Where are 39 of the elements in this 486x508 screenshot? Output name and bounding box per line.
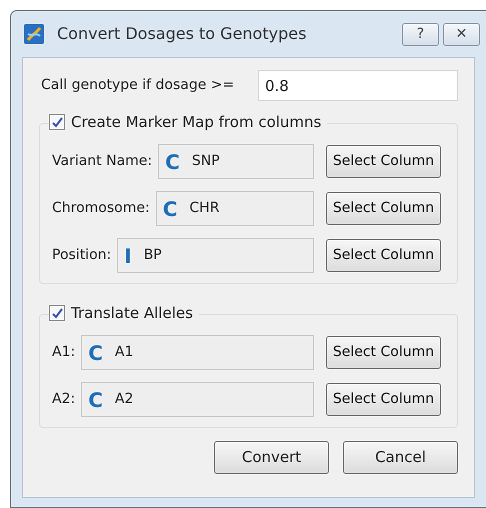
field-value: SNP: [192, 152, 220, 171]
close-button[interactable]: ✕: [443, 22, 480, 46]
type-icon: C: [162, 198, 178, 218]
select-column-button[interactable]: Select Column: [326, 145, 441, 178]
field-value: CHR: [189, 199, 220, 218]
dialog-button[interactable]: Cancel: [343, 441, 458, 474]
checkmark-icon: [52, 308, 62, 319]
checkbox[interactable]: [49, 114, 65, 130]
type-icon: C: [165, 152, 180, 172]
checkbox[interactable]: [49, 305, 65, 322]
type-icon: C: [88, 342, 103, 362]
field-label: Variant Name:: [52, 152, 152, 171]
checkmark-icon: [52, 116, 62, 128]
type-icon: I: [124, 246, 132, 266]
group-title: Translate Alleles: [71, 303, 193, 324]
field-label: Position:: [52, 246, 112, 265]
dialog-button[interactable]: Convert: [214, 441, 329, 474]
app-icon: [23, 23, 45, 45]
field-value: A1: [114, 343, 134, 362]
threshold-input[interactable]: 0.8: [258, 70, 458, 101]
select-column-button[interactable]: Select Column: [326, 336, 441, 369]
select-column-button[interactable]: Select Column: [326, 239, 441, 272]
column-field[interactable]: C A1: [81, 335, 314, 370]
window-title: Convert Dosages to Genotypes: [57, 23, 308, 45]
column-field[interactable]: C A2: [81, 382, 314, 417]
column-field[interactable]: C CHR: [156, 191, 314, 226]
field-label: A1:: [52, 343, 76, 362]
help-button[interactable]: ?: [402, 22, 439, 46]
select-column-button[interactable]: Select Column: [326, 192, 441, 225]
field-value: BP: [144, 246, 162, 265]
field-label: Chromosome:: [52, 199, 150, 218]
column-field[interactable]: C SNP: [158, 144, 314, 179]
threshold-label: Call genotype if dosage >=: [41, 76, 234, 95]
select-column-button[interactable]: Select Column: [326, 383, 441, 416]
type-icon: C: [88, 390, 103, 410]
field-label: A2:: [52, 390, 76, 409]
column-field[interactable]: I BP: [117, 238, 314, 273]
field-value: A2: [114, 390, 134, 409]
group-title: Create Marker Map from columns: [71, 112, 322, 133]
